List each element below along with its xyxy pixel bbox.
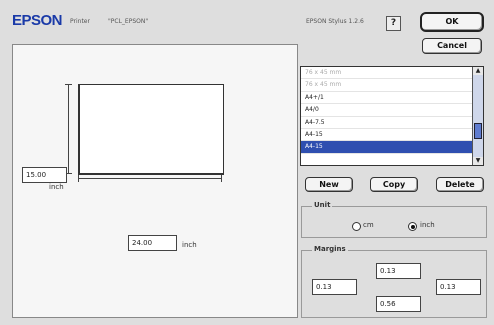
version-label: EPSON Stylus 1.2.6 xyxy=(306,18,364,25)
paper-size-item[interactable]: A4-15 xyxy=(301,129,473,142)
unit-inch-label: inch xyxy=(420,221,435,229)
unit-group xyxy=(301,206,487,238)
margin-top-field[interactable]: 0.13 xyxy=(376,263,421,279)
printer-name: "PCL_EPSON" xyxy=(108,18,149,25)
paper-size-item[interactable]: 76 x 45 mm xyxy=(301,79,473,92)
copy-button[interactable]: Copy xyxy=(370,177,418,192)
help-button[interactable]: ? xyxy=(386,16,401,31)
paper-size-item[interactable]: A4-15 xyxy=(301,141,473,154)
unit-inch-radio[interactable] xyxy=(408,222,417,231)
epson-logo: EPSON xyxy=(12,12,63,29)
margin-right-field[interactable]: 0.13 xyxy=(436,279,481,295)
paper-shape xyxy=(78,84,224,175)
unit-cm-radio[interactable] xyxy=(352,222,361,231)
unit-cm-label: cm xyxy=(363,221,374,229)
paper-size-list[interactable]: 76 x 45 mm 76 x 45 mm A4+/1 A4/0 A4-7.5 A4-15… xyxy=(300,66,484,166)
height-tick-top xyxy=(65,84,72,85)
width-tick-right xyxy=(221,175,222,182)
margins-group-title: Margins xyxy=(312,245,348,253)
cancel-button[interactable]: Cancel xyxy=(422,38,482,54)
printer-label: Printer xyxy=(70,18,90,25)
paper-size-item[interactable]: 76 x 45 mm xyxy=(301,67,473,80)
custom-paper-dialog: EPSON Printer "PCL_EPSON" EPSON Stylus 1… xyxy=(0,0,494,325)
paper-width-field[interactable]: 24.00 xyxy=(128,235,177,251)
height-dimension-line xyxy=(68,84,69,174)
new-button[interactable]: New xyxy=(305,177,353,192)
list-scrollbar[interactable]: ▲ ▼ xyxy=(472,67,483,165)
unit-group-title: Unit xyxy=(312,201,333,209)
scroll-thumb[interactable] xyxy=(474,123,482,139)
margin-bottom-field[interactable]: 0.56 xyxy=(376,296,421,312)
width-dimension-line xyxy=(78,178,222,179)
height-unit-label: inch xyxy=(49,183,64,191)
scroll-up-arrow-icon[interactable]: ▲ xyxy=(473,67,483,75)
paper-height-field[interactable]: 15.00 xyxy=(22,167,67,183)
ok-button[interactable]: OK xyxy=(420,12,484,32)
paper-size-item[interactable]: A4/0 xyxy=(301,104,473,117)
paper-size-item[interactable]: A4-7.5 xyxy=(301,117,473,129)
width-tick-left xyxy=(78,175,79,182)
scroll-down-arrow-icon[interactable]: ▼ xyxy=(473,157,483,165)
paper-size-item[interactable]: A4+/1 xyxy=(301,92,473,105)
margin-left-field[interactable]: 0.13 xyxy=(312,279,357,295)
paper-size-rows: 76 x 45 mm 76 x 45 mm A4+/1 A4/0 A4-7.5 A4-15… xyxy=(301,67,473,165)
delete-button[interactable]: Delete xyxy=(436,177,484,192)
width-unit-label: inch xyxy=(182,241,197,249)
